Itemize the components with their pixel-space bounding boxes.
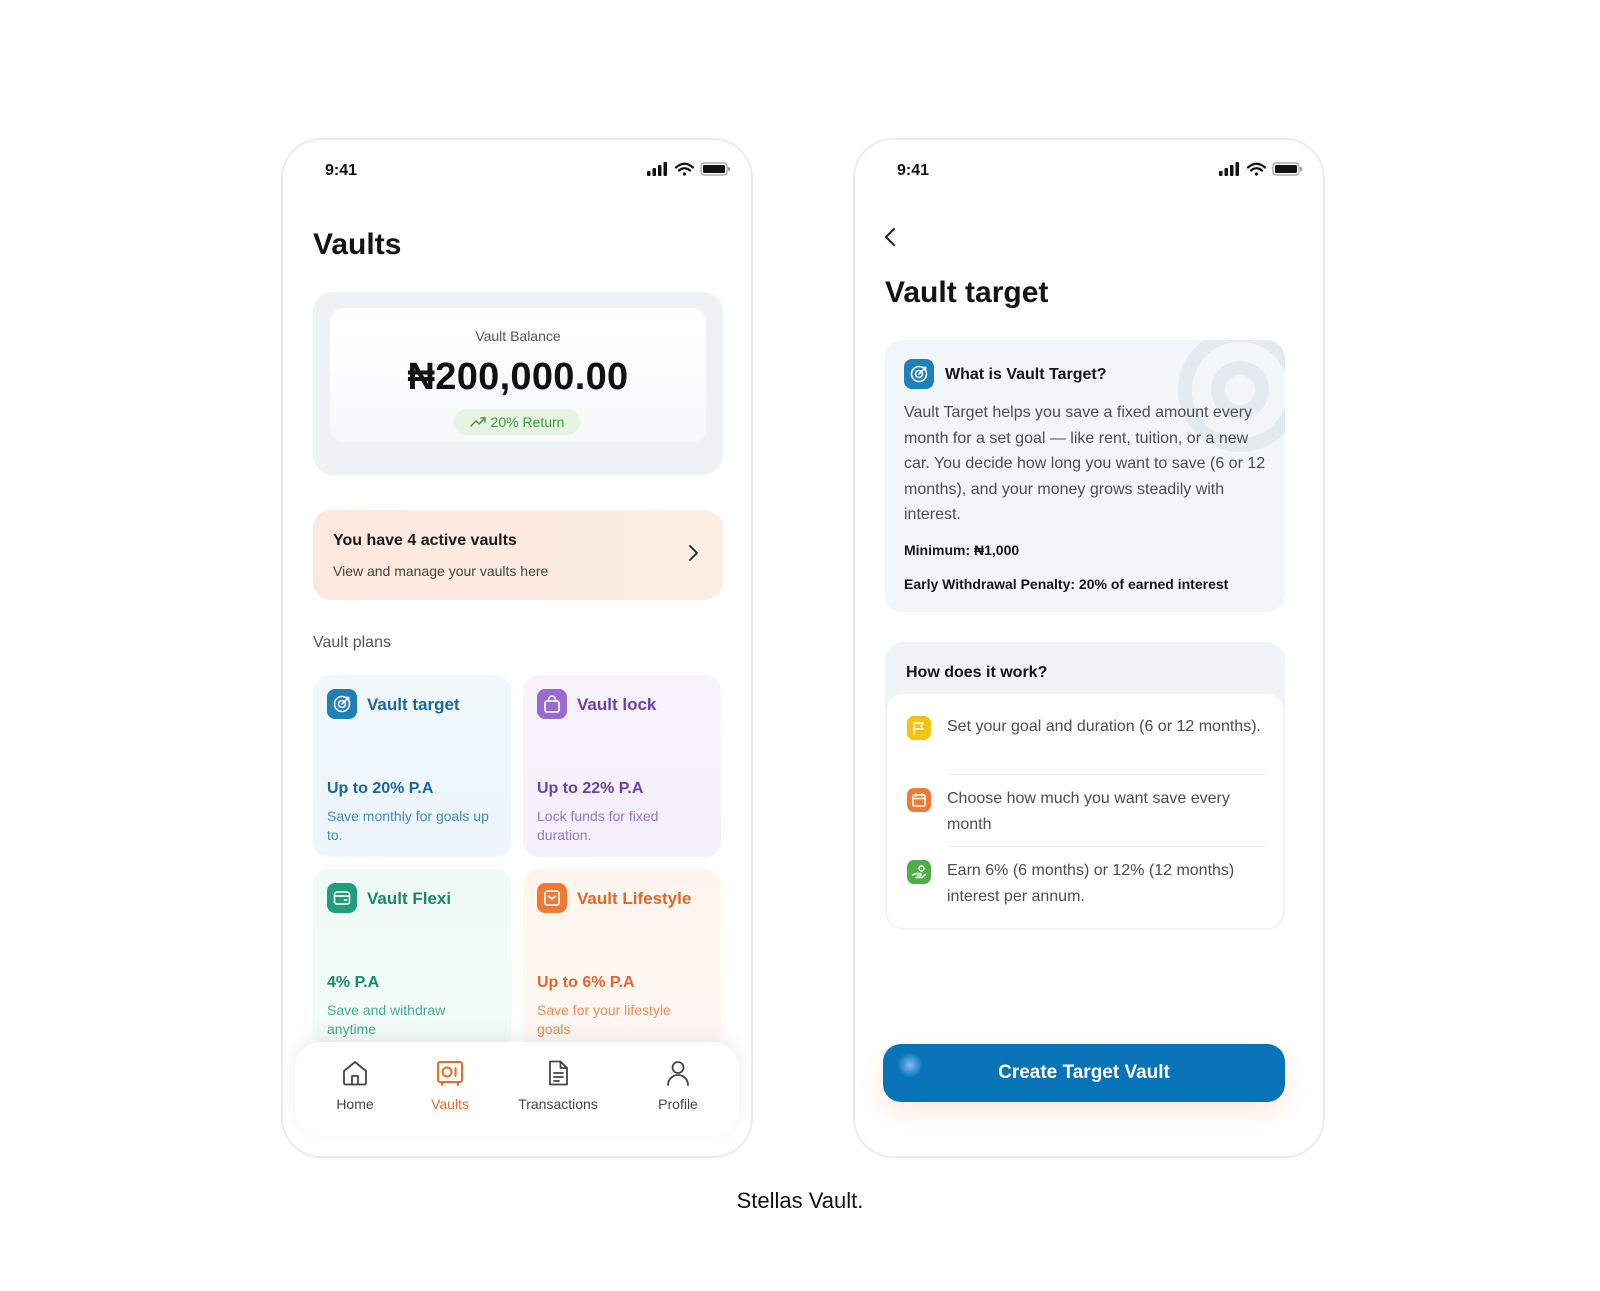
plan-card-vault-target[interactable]: Vault target Up to 20% P.A Save monthly … — [313, 675, 511, 857]
return-badge: 20% Return — [454, 409, 580, 435]
bottom-nav: Home Vaults Transactions Profile — [295, 1042, 739, 1136]
status-icons — [647, 162, 730, 176]
trend-up-icon — [469, 417, 486, 427]
battery-icon — [700, 162, 730, 176]
target-icon — [327, 689, 357, 719]
plan-rate: Up to 22% P.A — [537, 780, 644, 797]
vault-target-info-card: What is Vault Target? Vault Target helps… — [885, 340, 1285, 612]
target-icon — [904, 359, 934, 389]
info-body: Vault Target helps you save a fixed amou… — [904, 404, 1266, 523]
vault-plans-heading: Vault plans — [313, 634, 391, 651]
calendar-icon — [907, 788, 931, 812]
bag-lock-icon — [537, 689, 567, 719]
home-icon — [343, 1061, 367, 1086]
button-label: Create Target Vault — [998, 1062, 1170, 1083]
plan-card-vault-flexi[interactable]: Vault Flexi 4% P.A Save and withdraw any… — [313, 869, 511, 1051]
nav-label: Transactions — [518, 1096, 598, 1112]
signal-icon — [647, 162, 667, 176]
step-text: Earn 6% (6 months) or 12% (12 months) in… — [947, 862, 1235, 905]
info-penalty: Early Withdrawal Penalty: 20% of earned … — [904, 576, 1229, 592]
status-time: 9:41 — [897, 162, 930, 179]
inbox-icon — [537, 883, 567, 913]
plan-rate: 4% P.A — [327, 974, 380, 991]
plan-name: Vault target — [367, 695, 460, 714]
plan-description: Save for your lifestyle goals — [537, 1002, 671, 1037]
page-title: Vaults — [313, 228, 402, 261]
wallet-icon — [327, 883, 357, 913]
vaults-screen: 9:41 Vaults Vault Balance ₦200,000.00 20… — [281, 138, 753, 1158]
plan-rate: Up to 20% P.A — [327, 780, 434, 797]
nav-item-vaults[interactable]: Vaults — [400, 1058, 500, 1112]
document-icon — [549, 1060, 568, 1086]
step-text: Set your goal and duration (6 or 12 mont… — [947, 718, 1261, 735]
chevron-right-icon — [689, 545, 698, 561]
step-text: Choose how much you want save every mont… — [947, 790, 1230, 833]
divider — [947, 846, 1265, 847]
how-it-works-title: How does it work? — [906, 664, 1048, 681]
vault-balance-card: Vault Balance ₦200,000.00 20% Return — [313, 292, 723, 475]
return-badge-label: 20% Return — [490, 414, 565, 430]
user-icon — [667, 1061, 689, 1086]
nav-label: Profile — [658, 1096, 698, 1112]
nav-item-home[interactable]: Home — [305, 1058, 405, 1112]
vault-icon — [437, 1061, 463, 1086]
info-minimum: Minimum: ₦1,000 — [904, 542, 1020, 558]
vault-balance-panel: Vault Balance ₦200,000.00 20% Return — [330, 308, 706, 442]
wifi-icon — [674, 162, 695, 176]
active-vaults-card[interactable]: You have 4 active vaults View and manage… — [313, 510, 723, 600]
divider — [947, 774, 1265, 775]
balance-label: Vault Balance — [475, 328, 561, 344]
how-it-works-list: Set your goal and duration (6 or 12 mont… — [887, 694, 1283, 928]
how-it-works-card: How does it work? Set your goal and dura… — [885, 642, 1285, 930]
balance-amount: ₦200,000.00 — [407, 356, 629, 398]
caption: Stellas Vault. — [736, 1188, 864, 1213]
battery-icon — [1272, 162, 1302, 176]
nav-label: Vaults — [431, 1096, 469, 1112]
plan-description: Save and withdraw anytime — [327, 1002, 446, 1037]
vault-target-screen: 9:41 Vault target What is Vault Target? … — [853, 138, 1325, 1158]
money-hand-icon — [907, 860, 931, 884]
nav-item-transactions[interactable]: Transactions — [508, 1058, 608, 1112]
plan-card-vault-lock[interactable]: Vault lock Up to 22% P.A Lock funds for … — [523, 675, 721, 857]
plan-description: Lock funds for fixed duration. — [537, 808, 659, 843]
status-icons — [1219, 162, 1302, 176]
plan-rate: Up to 6% P.A — [537, 974, 635, 991]
signal-icon — [1219, 162, 1239, 176]
active-vaults-title: You have 4 active vaults — [333, 532, 517, 549]
status-time: 9:41 — [325, 162, 358, 179]
info-title: What is Vault Target? — [945, 366, 1107, 383]
wifi-icon — [1246, 162, 1267, 176]
flag-icon — [907, 716, 931, 740]
plan-description: Save monthly for goals up to. — [327, 808, 489, 843]
nav-label: Home — [336, 1096, 374, 1112]
plan-name: Vault Flexi — [367, 889, 452, 908]
active-vaults-subtitle: View and manage your vaults here — [333, 563, 549, 579]
page-title: Vault target — [885, 276, 1049, 309]
create-target-vault-button[interactable]: Create Target Vault — [883, 1044, 1285, 1102]
nav-item-profile[interactable]: Profile — [628, 1058, 728, 1112]
button-glow — [897, 1052, 923, 1078]
plan-card-vault-lifestyle[interactable]: Vault Lifestyle Up to 6% P.A Save for yo… — [523, 869, 721, 1051]
back-arrow-icon[interactable] — [883, 226, 897, 248]
plan-name: Vault lock — [577, 695, 657, 714]
plan-name: Vault Lifestyle — [577, 889, 692, 908]
